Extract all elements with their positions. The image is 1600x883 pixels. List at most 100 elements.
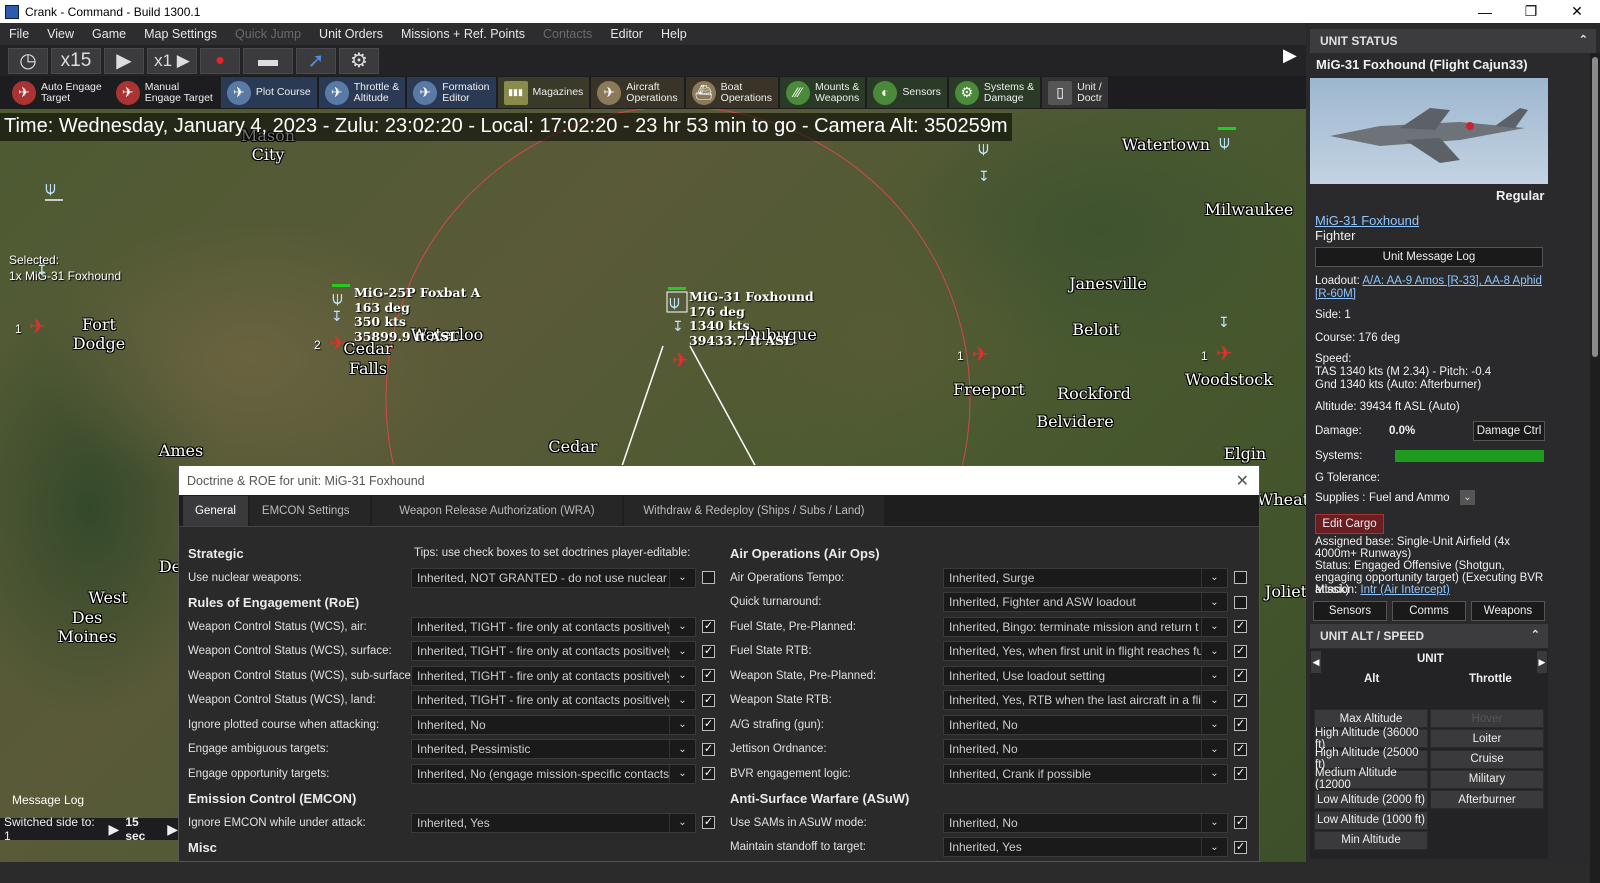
doctrine-checkbox[interactable]: ✓ [1234,816,1247,830]
enemy-aircraft-icon[interactable]: ✈ [972,345,989,365]
tab-emcon[interactable]: EMCON Settings [249,496,370,526]
unit-status-header[interactable]: UNIT STATUS ⌃ [1310,29,1596,53]
doctrine-select[interactable]: Inherited, Yes ⌄ [943,837,1228,858]
menu-map-settings[interactable]: Map Settings [135,27,226,41]
settings-gear-icon[interactable]: ⚙ [339,47,379,74]
menu-editor[interactable]: Editor [601,27,652,41]
throttle-button[interactable]: Hover [1430,709,1544,728]
scrollbar-thumb[interactable] [1592,57,1598,357]
menu-unit-orders[interactable]: Unit Orders [310,27,392,41]
side-scrollbar[interactable] [1590,53,1600,883]
doctrine-select[interactable]: Inherited, TIGHT - fire only at contacts… [411,616,696,637]
record-button[interactable]: ● [200,47,240,74]
collapse-icon[interactable]: ⌃ [1579,33,1588,46]
formation-editor-button[interactable]: ✈ Formation Editor [407,77,496,108]
mission-link[interactable]: Intr (Air Intercept) [1360,584,1449,596]
enemy-aircraft-icon[interactable]: ✈ [1216,344,1233,364]
friendly-unit-icon[interactable]: ⍦ [978,139,989,157]
doctrine-select[interactable]: Inherited, No ⌄ [943,812,1228,833]
unit-message-log-button[interactable]: Unit Message Log [1315,247,1543,267]
doctrine-checkbox[interactable]: ✓ [702,693,715,707]
doctrine-checkbox[interactable]: ✓ [702,620,715,634]
message-log-label[interactable]: Message Log [12,793,84,807]
doctrine-checkbox[interactable]: ✓ [702,742,715,756]
alt-speed-header[interactable]: UNIT ALT / SPEED ⌃ [1310,624,1548,648]
mounts-weapons-button[interactable]: ⁄⁄⁄ Mounts & Weapons [780,77,866,108]
emcon-checkbox[interactable]: ✓ [702,816,715,830]
terrain-icon[interactable]: ▬ [243,47,293,74]
magazines-button[interactable]: ▮▮▮ Magazines [497,77,590,108]
tab-general[interactable]: General [183,496,248,526]
menu-contacts[interactable]: Contacts [534,27,601,41]
foxbat-unit-icon[interactable]: ⍦ [332,289,343,307]
menu-game[interactable]: Game [83,27,135,41]
play-button[interactable]: ▶ [104,47,144,74]
doctrine-select[interactable]: Inherited, Bingo: terminate mission and … [943,616,1228,637]
comms-panel-button[interactable]: Comms [1392,601,1466,621]
play-icon[interactable]: ▶ [167,821,178,838]
altitude-button[interactable]: Min Altitude [1314,830,1428,850]
weapons-panel-button[interactable]: Weapons [1471,601,1545,621]
doctrine-checkbox[interactable]: ✓ [702,669,715,683]
doctrine-select[interactable]: Inherited, No ⌄ [943,714,1228,735]
doctrine-checkbox[interactable] [1234,595,1247,609]
plot-course-button[interactable]: ✈ Plot Course [220,77,317,108]
friendly-unit-icon[interactable]: ⍦ [1219,133,1230,151]
doctrine-checkbox[interactable]: ✓ [702,644,715,658]
doctrine-checkbox[interactable]: ✓ [1234,840,1247,854]
altitude-button[interactable]: High Altitude (25000 ft) [1314,747,1428,771]
doctrine-select[interactable]: Inherited, Yes, RTB when the last aircra… [943,690,1228,711]
unit-class-link[interactable]: MiG-31 Foxhound [1315,214,1419,227]
collapse-panel-icon[interactable]: ▶ [1283,45,1303,71]
doctrine-select[interactable]: Inherited, TIGHT - fire only at contacts… [411,665,696,686]
doctrine-checkbox[interactable]: ✓ [1234,644,1247,658]
doctrine-select[interactable]: Inherited, TIGHT - fire only at contacts… [411,690,696,711]
enemy-aircraft-icon[interactable]: ✈ [329,334,346,354]
boat-operations-button[interactable]: ⛴ Boat Operations [685,77,779,108]
sensors-panel-button[interactable]: Sensors [1313,601,1387,621]
doctrine-select[interactable]: Inherited, No (engage mission-specific c… [411,763,696,784]
menu-file[interactable]: File [0,27,38,41]
doctrine-select[interactable]: Inherited, Pessimistic ⌄ [411,739,696,760]
doctrine-select[interactable]: Inherited, Crank if possible ⌄ [943,763,1228,784]
play-icon[interactable]: ▶ [109,821,120,838]
menu-view[interactable]: View [38,27,83,41]
altitude-button[interactable]: Max Altitude [1314,709,1428,728]
throttle-button[interactable]: Military [1430,769,1544,789]
foxhound-unit-icon[interactable]: ⍦ [669,293,680,311]
time-compression-button[interactable]: x15 [51,47,101,74]
clock-icon[interactable]: ◷ [8,47,48,74]
doctrine-checkbox[interactable]: ✓ [1234,718,1247,732]
doctrine-checkbox[interactable]: ✓ [1234,693,1247,707]
tab-wra[interactable]: Weapon Release Authorization (WRA) [371,496,622,526]
menu-help[interactable]: Help [652,27,696,41]
close-window-button[interactable]: ✕ [1554,0,1600,23]
altitude-button[interactable]: Low Altitude (2000 ft) [1314,790,1428,810]
restore-button[interactable]: ❐ [1508,0,1554,23]
minimize-button[interactable]: — [1462,0,1508,23]
edit-cargo-button[interactable]: Edit Cargo [1315,514,1384,534]
arrow-icon[interactable]: ➚ [296,47,336,74]
throttle-altitude-button[interactable]: ✈ Throttle & Altitude [318,77,406,108]
doctrine-select[interactable]: Inherited, No ⌄ [411,714,696,735]
sensors-button[interactable]: ◐ Sensors [867,77,947,108]
nuclear-select[interactable]: Inherited, NOT GRANTED - do not use nucl… [411,567,696,588]
aircraft-operations-button[interactable]: ✈ Aircraft Operations [591,77,684,108]
throttle-button[interactable]: Loiter [1430,729,1544,749]
foxbat-label[interactable]: MiG-25P Foxbat A 163 deg 350 kts 35899.9… [354,285,480,344]
step-button[interactable]: x1 ▶ [147,47,197,74]
altitude-button[interactable]: Low Altitude (1000 ft) [1314,810,1428,830]
prev-unit-icon[interactable]: ◀ [1311,651,1321,673]
doctrine-select[interactable]: Inherited, No ⌄ [943,739,1228,760]
throttle-button[interactable]: Cruise [1430,749,1544,769]
doctrine-checkbox[interactable]: ✓ [702,767,715,781]
doctrine-checkbox[interactable]: ✓ [702,718,715,732]
foxhound-label[interactable]: MiG-31 Foxhound 176 deg 1340 kts 39433.7… [689,289,814,348]
doctrine-select[interactable]: Inherited, TIGHT - fire only at contacts… [411,641,696,662]
unit-doctrine-button[interactable]: ▯ Unit / Doctr [1042,77,1109,108]
enemy-aircraft-icon[interactable]: ✈ [29,317,46,337]
menu-missions[interactable]: Missions + Ref. Points [392,27,534,41]
doctrine-checkbox[interactable]: ✓ [1234,742,1247,756]
doctrine-checkbox[interactable] [1234,571,1247,585]
nuclear-checkbox[interactable] [702,571,715,585]
